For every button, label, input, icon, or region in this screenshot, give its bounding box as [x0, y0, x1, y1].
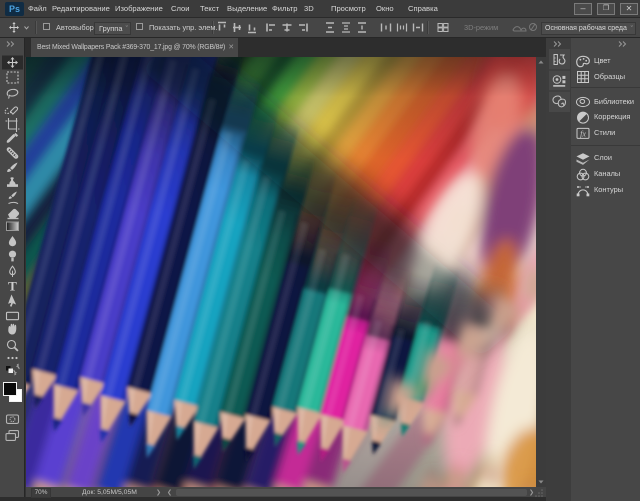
svg-text:fx: fx: [580, 130, 586, 139]
svg-text:T: T: [8, 278, 17, 293]
